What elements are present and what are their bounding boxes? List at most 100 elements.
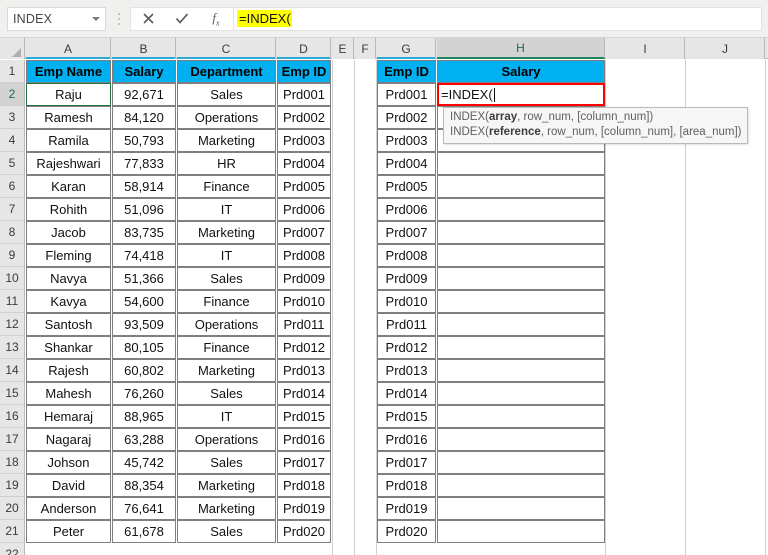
right-table-cell-H19[interactable] bbox=[437, 474, 605, 497]
right-table-cell-G19[interactable]: Prd018 bbox=[377, 474, 436, 497]
right-table-cell-H6[interactable] bbox=[437, 175, 605, 198]
left-table-cell-B7[interactable]: 51,096 bbox=[112, 198, 176, 221]
left-table-cell-A4[interactable]: Ramila bbox=[26, 129, 111, 152]
row-header-14[interactable]: 14 bbox=[0, 359, 25, 382]
left-table-cell-B6[interactable]: 58,914 bbox=[112, 175, 176, 198]
left-table-cell-D21[interactable]: Prd020 bbox=[277, 520, 331, 543]
left-table-cell-B8[interactable]: 83,735 bbox=[112, 221, 176, 244]
left-table-cell-C16[interactable]: IT bbox=[177, 405, 276, 428]
row-header-19[interactable]: 19 bbox=[0, 474, 25, 497]
left-table-cell-B21[interactable]: 61,678 bbox=[112, 520, 176, 543]
confirm-check-icon[interactable] bbox=[165, 8, 199, 30]
right-table-cell-H17[interactable] bbox=[437, 428, 605, 451]
column-header-h[interactable]: H bbox=[437, 38, 605, 59]
left-table-cell-D4[interactable]: Prd003 bbox=[277, 129, 331, 152]
left-table-cell-C3[interactable]: Operations bbox=[177, 106, 276, 129]
row-header-7[interactable]: 7 bbox=[0, 198, 25, 221]
right-table-cell-G11[interactable]: Prd010 bbox=[377, 290, 436, 313]
left-table-cell-D12[interactable]: Prd011 bbox=[277, 313, 331, 336]
right-table-header-G1[interactable]: Emp ID bbox=[377, 60, 436, 83]
row-header-2[interactable]: 2 bbox=[0, 83, 25, 106]
left-table-cell-C18[interactable]: Sales bbox=[177, 451, 276, 474]
row-header-6[interactable]: 6 bbox=[0, 175, 25, 198]
left-table-cell-C19[interactable]: Marketing bbox=[177, 474, 276, 497]
right-table-header-H1[interactable]: Salary bbox=[437, 60, 605, 83]
right-table-cell-G3[interactable]: Prd002 bbox=[377, 106, 436, 129]
left-table-cell-B5[interactable]: 77,833 bbox=[112, 152, 176, 175]
row-header-20[interactable]: 20 bbox=[0, 497, 25, 520]
left-table-cell-C15[interactable]: Sales bbox=[177, 382, 276, 405]
left-table-cell-B15[interactable]: 76,260 bbox=[112, 382, 176, 405]
column-header-g[interactable]: G bbox=[377, 38, 436, 59]
left-table-cell-A18[interactable]: Johson bbox=[26, 451, 111, 474]
left-table-header-C1[interactable]: Department bbox=[177, 60, 276, 83]
left-table-cell-B19[interactable]: 88,354 bbox=[112, 474, 176, 497]
left-table-cell-C17[interactable]: Operations bbox=[177, 428, 276, 451]
left-table-cell-C13[interactable]: Finance bbox=[177, 336, 276, 359]
right-table-cell-H5[interactable] bbox=[437, 152, 605, 175]
right-table-cell-G21[interactable]: Prd020 bbox=[377, 520, 436, 543]
row-header-1[interactable]: 1 bbox=[0, 60, 25, 83]
name-box[interactable]: INDEX bbox=[7, 6, 106, 31]
left-table-cell-B2[interactable]: 92,671 bbox=[112, 83, 176, 106]
left-table-cell-A19[interactable]: David bbox=[26, 474, 111, 497]
formula-input[interactable]: =INDEX( bbox=[234, 6, 762, 31]
left-table-cell-A15[interactable]: Mahesh bbox=[26, 382, 111, 405]
right-table-cell-H10[interactable] bbox=[437, 267, 605, 290]
right-table-cell-H16[interactable] bbox=[437, 405, 605, 428]
active-cell-h2[interactable]: =INDEX( bbox=[437, 83, 605, 106]
left-table-cell-D11[interactable]: Prd010 bbox=[277, 290, 331, 313]
left-table-cell-A5[interactable]: Rajeshwari bbox=[26, 152, 111, 175]
right-table-cell-G13[interactable]: Prd012 bbox=[377, 336, 436, 359]
left-table-cell-A10[interactable]: Navya bbox=[26, 267, 111, 290]
left-table-cell-C9[interactable]: IT bbox=[177, 244, 276, 267]
left-table-cell-C21[interactable]: Sales bbox=[177, 520, 276, 543]
right-table-cell-H8[interactable] bbox=[437, 221, 605, 244]
right-table-cell-H14[interactable] bbox=[437, 359, 605, 382]
column-header-d[interactable]: D bbox=[277, 38, 331, 59]
left-table-cell-A7[interactable]: Rohith bbox=[26, 198, 111, 221]
left-table-cell-C20[interactable]: Marketing bbox=[177, 497, 276, 520]
left-table-cell-B18[interactable]: 45,742 bbox=[112, 451, 176, 474]
left-table-cell-D14[interactable]: Prd013 bbox=[277, 359, 331, 382]
row-header-10[interactable]: 10 bbox=[0, 267, 25, 290]
left-table-cell-C12[interactable]: Operations bbox=[177, 313, 276, 336]
left-table-cell-D3[interactable]: Prd002 bbox=[277, 106, 331, 129]
left-table-cell-D10[interactable]: Prd009 bbox=[277, 267, 331, 290]
left-table-cell-B12[interactable]: 93,509 bbox=[112, 313, 176, 336]
row-header-22[interactable]: 22 bbox=[0, 543, 25, 555]
row-header-17[interactable]: 17 bbox=[0, 428, 25, 451]
right-table-cell-H21[interactable] bbox=[437, 520, 605, 543]
column-header-e[interactable]: E bbox=[332, 38, 354, 59]
right-table-cell-G14[interactable]: Prd013 bbox=[377, 359, 436, 382]
right-table-cell-H15[interactable] bbox=[437, 382, 605, 405]
right-table-cell-G2[interactable]: Prd001 bbox=[377, 83, 436, 106]
left-table-cell-B14[interactable]: 60,802 bbox=[112, 359, 176, 382]
chevron-down-icon[interactable] bbox=[92, 16, 100, 21]
row-header-15[interactable]: 15 bbox=[0, 382, 25, 405]
right-table-cell-G8[interactable]: Prd007 bbox=[377, 221, 436, 244]
right-table-cell-G15[interactable]: Prd014 bbox=[377, 382, 436, 405]
left-table-cell-D20[interactable]: Prd019 bbox=[277, 497, 331, 520]
left-table-cell-B17[interactable]: 63,288 bbox=[112, 428, 176, 451]
left-table-cell-A20[interactable]: Anderson bbox=[26, 497, 111, 520]
left-table-header-A1[interactable]: Emp Name bbox=[26, 60, 111, 83]
right-table-cell-G9[interactable]: Prd008 bbox=[377, 244, 436, 267]
left-table-cell-C8[interactable]: Marketing bbox=[177, 221, 276, 244]
left-table-cell-C10[interactable]: Sales bbox=[177, 267, 276, 290]
left-table-header-D1[interactable]: Emp ID bbox=[277, 60, 331, 83]
column-header-b[interactable]: B bbox=[112, 38, 176, 59]
left-table-cell-D5[interactable]: Prd004 bbox=[277, 152, 331, 175]
row-header-8[interactable]: 8 bbox=[0, 221, 25, 244]
left-table-cell-A11[interactable]: Kavya bbox=[26, 290, 111, 313]
row-header-3[interactable]: 3 bbox=[0, 106, 25, 129]
right-table-cell-G17[interactable]: Prd016 bbox=[377, 428, 436, 451]
cancel-x-icon[interactable] bbox=[131, 8, 165, 30]
right-table-cell-G16[interactable]: Prd015 bbox=[377, 405, 436, 428]
right-table-cell-H13[interactable] bbox=[437, 336, 605, 359]
right-table-cell-H18[interactable] bbox=[437, 451, 605, 474]
left-table-cell-A13[interactable]: Shankar bbox=[26, 336, 111, 359]
left-table-cell-B10[interactable]: 51,366 bbox=[112, 267, 176, 290]
right-table-cell-G6[interactable]: Prd005 bbox=[377, 175, 436, 198]
left-table-cell-B11[interactable]: 54,600 bbox=[112, 290, 176, 313]
